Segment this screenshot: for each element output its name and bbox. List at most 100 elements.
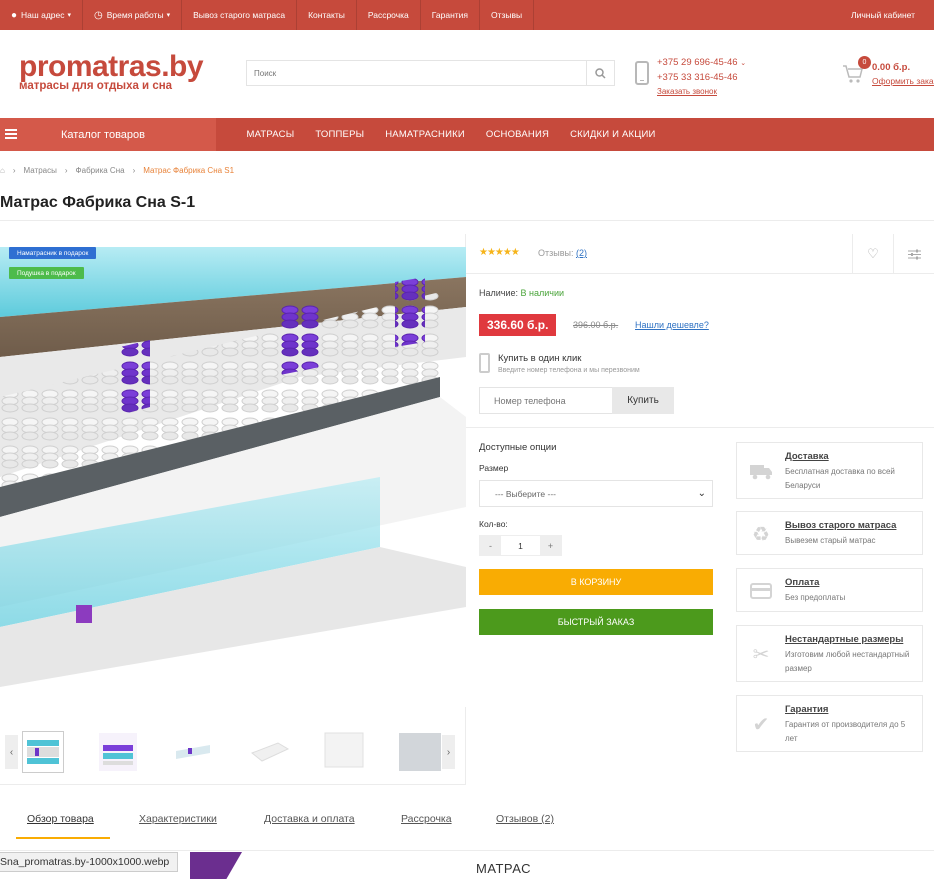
chevron-left-icon[interactable]: ‹	[5, 735, 18, 769]
removal-link[interactable]: Вывоз старого матраса	[182, 0, 298, 30]
reviews-link[interactable]: Отзывы	[480, 0, 535, 30]
thumbnail[interactable]	[399, 731, 441, 773]
options-title: Доступные опции	[479, 442, 557, 453]
rating-stars: ★★★★★	[479, 247, 520, 258]
thumbnail[interactable]	[323, 731, 365, 773]
reviews-summary: Отзывы: (2)	[538, 248, 587, 258]
address-link[interactable]: ● Наш адрес ▾	[0, 0, 84, 30]
feature-desc: Вывезем старый матрас	[785, 536, 876, 545]
warranty-link[interactable]: Гарантия	[421, 0, 481, 30]
home-icon[interactable]: ⌂	[0, 166, 5, 175]
phone-input[interactable]	[479, 387, 613, 414]
recycle-icon: ♻	[752, 523, 770, 546]
feature-title[interactable]: Доставка	[785, 451, 829, 462]
nav-item-covers[interactable]: НАМАТРАСНИКИ	[375, 129, 476, 140]
check-icon: ✔	[752, 713, 770, 736]
main-nav: Каталог товаров МАТРАСЫ ТОППЕРЫ НАМАТРАС…	[0, 118, 934, 151]
gift-badge: Наматрасник в подарок	[9, 247, 97, 259]
feature-title[interactable]: Вывоз старого матраса	[785, 520, 896, 531]
cart-sum: 0.00 б.р.	[872, 62, 911, 73]
clock-icon: ◷	[94, 9, 103, 21]
availability: Наличие: В наличии	[479, 288, 565, 298]
feature-title[interactable]: Гарантия	[785, 704, 828, 715]
wishlist-button[interactable]: ♡	[852, 234, 893, 274]
breadcrumb-item[interactable]: Фабрика Сна	[76, 166, 125, 175]
feature-warranty: ✔ Гарантия Гарантия от производителя до …	[736, 695, 923, 752]
tab-reviews[interactable]: Отзывов (2)	[496, 813, 554, 825]
product-image[interactable]	[0, 247, 466, 707]
size-select[interactable]: --- Выберите --- ⌄	[479, 480, 713, 507]
nav-item-mattresses[interactable]: МАТРАСЫ	[236, 129, 305, 140]
price-badge: 336.60 б.р.	[479, 314, 557, 336]
size-label: Размер	[479, 463, 509, 473]
feature-title[interactable]: Оплата	[785, 577, 819, 588]
buy-one-click-button[interactable]: Купить	[612, 387, 674, 414]
divider	[0, 220, 934, 221]
logo[interactable]: promatras.by матрасы для отдыха и сна	[19, 50, 204, 93]
add-to-cart-button[interactable]: В КОРЗИНУ	[479, 569, 713, 595]
gift-badge: Подушка в подарок	[9, 267, 84, 279]
search-input[interactable]	[247, 61, 587, 85]
tab-overview[interactable]: Обзор товара	[27, 813, 94, 825]
cart[interactable]: 0 0.00 б.р. Оформить заказ	[842, 56, 934, 89]
thumbnail[interactable]	[172, 731, 214, 773]
feature-desc: Без предоплаты	[785, 593, 846, 602]
feature-custom-sizes: ✂ Нестандартные размеры Изготовим любой …	[736, 625, 923, 682]
contacts-link[interactable]: Контакты	[297, 0, 357, 30]
thumbnail[interactable]	[22, 731, 64, 773]
rating-row: ★★★★★ Отзывы: (2) ♡	[466, 234, 934, 274]
increase-button[interactable]: +	[540, 536, 561, 555]
product-info: ★★★★★ Отзывы: (2) ♡ Наличие: В наличии 3…	[466, 234, 934, 785]
feature-desc: Гарантия от производителя до 5 лет	[785, 720, 906, 743]
phone-icon	[635, 61, 649, 85]
heart-icon: ♡	[867, 246, 879, 261]
divider	[0, 850, 934, 851]
cart-count-badge: 0	[858, 56, 871, 69]
one-click-hint: Введите номер телефона и мы перезвоним	[498, 367, 640, 374]
search-icon	[595, 67, 606, 79]
one-click-title: Купить в один клик	[498, 353, 582, 364]
phone-1[interactable]: +375 29 696-45-46 ⌄	[657, 56, 746, 71]
quantity-value[interactable]: 1	[501, 536, 540, 555]
scissors-icon: ✂	[752, 643, 770, 666]
logo-name: promatras.by	[19, 50, 204, 83]
tab-specs[interactable]: Характеристики	[139, 813, 217, 825]
reviews-count-link[interactable]: (2)	[576, 248, 587, 258]
thumbnail[interactable]	[248, 731, 290, 773]
nav-item-sales[interactable]: СКИДКИ И АКЦИИ	[560, 129, 666, 140]
nav-item-bases[interactable]: ОСНОВАНИЯ	[475, 129, 559, 140]
tab-installment[interactable]: Рассрочка	[401, 813, 452, 825]
installment-link[interactable]: Рассрочка	[357, 0, 421, 30]
feature-removal: ♻ Вывоз старого матраса Вывезем старый м…	[736, 511, 923, 555]
callback-link[interactable]: Заказать звонок	[657, 85, 746, 99]
feature-delivery: Доставка Бесплатная доставка по всей Бел…	[736, 442, 923, 499]
compare-button[interactable]	[893, 234, 934, 274]
quantity-stepper: - 1 +	[479, 535, 562, 556]
status-bar-url: Sna_promatras.by-1000x1000.webp	[0, 852, 179, 872]
thumbnail[interactable]	[97, 731, 139, 773]
breadcrumb-separator: ›	[132, 166, 136, 175]
chevron-down-icon: ⌄	[697, 488, 706, 499]
hours-link[interactable]: ◷ Время работы ▾	[83, 0, 183, 30]
chevron-right-icon[interactable]: ›	[442, 735, 455, 769]
phone-2[interactable]: +375 33 316-45-46	[657, 71, 746, 85]
chevron-down-icon: ▾	[67, 12, 72, 19]
mobile-phone-icon	[479, 353, 490, 373]
account-link[interactable]: Личный кабинет	[840, 0, 926, 30]
availability-status: В наличии	[520, 288, 565, 298]
decrease-button[interactable]: -	[480, 536, 501, 555]
tab-delivery[interactable]: Доставка и оплата	[264, 813, 355, 825]
checkout-link[interactable]: Оформить заказ	[872, 76, 934, 86]
active-tab-indicator	[16, 837, 110, 839]
fast-order-button[interactable]: БЫСТРЫЙ ЗАКАЗ	[479, 609, 713, 635]
menu-icon	[5, 129, 17, 141]
search-button[interactable]	[586, 61, 614, 85]
nav-item-toppers[interactable]: ТОППЕРЫ	[305, 129, 375, 140]
header: promatras.by матрасы для отдыха и сна +3…	[0, 30, 934, 118]
feature-title[interactable]: Нестандартные размеры	[785, 634, 903, 645]
catalog-button[interactable]: Каталог товаров	[0, 118, 216, 151]
breadcrumb-item[interactable]: Матрасы	[24, 166, 57, 175]
page-title: Матрас Фабрика Сна S-1	[0, 194, 196, 211]
found-cheaper-link[interactable]: Нашли дешевле?	[635, 320, 709, 330]
location-pin-icon: ●	[11, 9, 18, 21]
